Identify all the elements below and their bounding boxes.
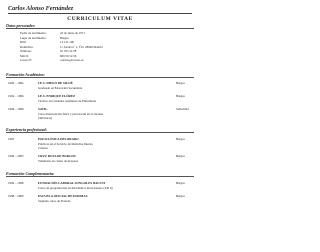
entry-city: Burgos <box>176 94 185 98</box>
personal-value: calonso@correo.es <box>60 58 84 62</box>
document-title: CURRICULUM VITAE <box>67 16 133 22</box>
entry-date: 1994 – 1996 <box>8 94 24 98</box>
entry-description: 2 meses <box>38 145 48 150</box>
personal-label: Teléfono: <box>20 49 32 53</box>
personal-value: 91 765 32 28 <box>60 49 77 53</box>
personal-label: Lugar de nacimiento: <box>20 35 47 40</box>
section-divider <box>6 176 194 177</box>
cv-page: Carlos Alonso Fernández CURRICULUM VITAE… <box>0 0 200 252</box>
entry-institution: I.E.S. DIEGO DE SILOÉ <box>38 81 73 85</box>
personal-value: C/ Alcalá nº 1, 5ºD, 28046 Madrid <box>60 44 103 49</box>
candidate-name: Carlos Alonso Fernández <box>8 5 74 12</box>
personal-value: 13.131.100 <box>60 40 74 44</box>
entry-description: Segundo curso de Francés <box>38 198 71 203</box>
personal-label: DNI: <box>20 40 27 44</box>
personal-value: 609 56 54 56 <box>60 53 77 58</box>
entry-city: Valladolid <box>176 107 189 111</box>
entry-date: 1995 <box>8 137 15 141</box>
entry-city: Burgos <box>176 137 185 141</box>
entry-city: Burgos <box>176 154 185 158</box>
entry-institution: ESCUELA OFICIAL DE IDIOMAS <box>38 194 88 198</box>
section-divider <box>6 28 194 29</box>
entry-institution: POLICLÍNICA DELORADO <box>38 137 79 141</box>
entry-description: Técnico en Cuidados Auxiliares de Enferm… <box>38 98 96 103</box>
entry-city: Burgos <box>176 81 185 85</box>
entry-date: 1990 – 1994 <box>8 81 24 85</box>
entry-description: Curso de programación en Informática niv… <box>38 185 113 190</box>
entry-date: 1996 – 2003 <box>8 154 24 158</box>
entry-date: 1996 – 1999 <box>8 107 24 111</box>
personal-value: Burgos <box>60 35 69 40</box>
entry-date: 1998 – 2000 <box>8 194 24 198</box>
entry-description: (360 horas) <box>38 115 53 120</box>
personal-label: Fecha de nacimiento: <box>20 31 47 35</box>
entry-city: Burgos <box>176 181 185 185</box>
entry-institution: SAVIL <box>38 107 48 111</box>
entry-city: Burgos <box>176 194 185 198</box>
personal-label: Domicilio: <box>20 44 34 49</box>
entry-institution: I.E.S. ENRIQUE FLÓREZ <box>38 94 76 98</box>
entry-date: 1996 – 1998 <box>8 181 24 185</box>
entry-description: Voluntario en centro de mayores <box>38 158 79 163</box>
header-divider <box>8 13 192 14</box>
personal-label: Correo E: <box>20 58 33 62</box>
entry-description: Graduado en Educación Secundaria <box>38 85 83 90</box>
personal-label: Móvil: <box>20 53 29 58</box>
entry-institution: FUNDACIÓN LABORAL SONGOLES BALUVI <box>38 181 106 185</box>
entry-institution: CRUZ ROJA DE BURGOS <box>38 154 76 158</box>
section-divider <box>6 77 194 78</box>
section-divider <box>6 132 194 133</box>
personal-value: 24 de Junio de 1971 <box>60 31 85 35</box>
